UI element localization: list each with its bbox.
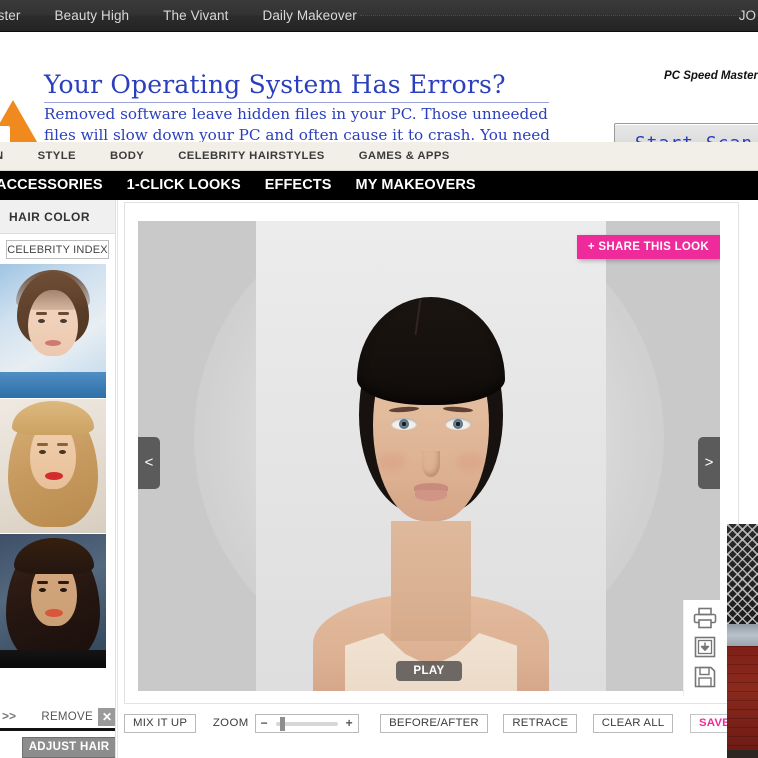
play-button[interactable]: PLAY	[396, 661, 462, 681]
thumb-2-brow-right	[57, 443, 68, 446]
thumb-3-brow-left	[37, 581, 48, 584]
warning-triangle-exclamation	[0, 126, 10, 142]
thumb-1-brow-left	[36, 312, 47, 315]
thumb-3-eye-right	[60, 588, 67, 592]
partner-bar: aster Beauty High The Vivant Daily Makeo…	[0, 0, 758, 32]
model-eye-right	[445, 418, 471, 430]
site-nav-item-games-apps[interactable]: GAMES & APPS	[342, 142, 467, 170]
ad-brand-label: PC Speed Master	[664, 70, 758, 82]
model-photo[interactable]	[256, 221, 606, 691]
celebrity-index-button[interactable]: CELEBRITY INDEX	[6, 240, 109, 259]
page-root: aster Beauty High The Vivant Daily Makeo…	[0, 0, 758, 758]
tab-effects[interactable]: EFFECTS	[253, 171, 344, 200]
thumb-1-outfit	[0, 372, 106, 398]
zoom-label: ZOOM	[212, 717, 249, 729]
zoom-slider-handle[interactable]	[279, 716, 285, 731]
sidebar-title: HAIR COLOR	[0, 200, 115, 234]
thumb-2-lips	[45, 472, 63, 480]
ad-banner[interactable]: Your Operating System Has Errors? Remove…	[0, 32, 758, 142]
close-x-icon[interactable]: ✕	[98, 708, 115, 726]
zoom-slider-rail	[275, 721, 338, 726]
tool-nav: ACCESSORIES 1-CLICK LOOKS EFFECTS MY MAK…	[0, 171, 758, 200]
ad-body-text: Removed software leave hidden files in y…	[44, 105, 551, 142]
sidebar-footer: >> REMOVE ✕ ADJUST HAIR	[0, 706, 115, 758]
previous-look-arrow[interactable]: <	[138, 437, 160, 489]
partner-bar-account-label[interactable]: JO	[739, 0, 758, 31]
thumb-2-eye-right	[59, 450, 66, 454]
model-lower-lip	[415, 490, 447, 501]
partner-link-the-vivant[interactable]: The Vivant	[146, 0, 245, 31]
ad-divider	[44, 102, 549, 103]
model-hair-front	[357, 297, 505, 405]
sidebar-canvas-divider	[117, 200, 118, 758]
next-look-arrow[interactable]: >	[698, 437, 720, 489]
retrace-button[interactable]: RETRACE	[503, 713, 578, 733]
ground-strip	[727, 750, 758, 758]
zoom-out-button[interactable]: −	[256, 715, 273, 732]
celebrity-thumbnail-list	[0, 264, 115, 668]
model-cheek-right	[457, 453, 483, 471]
thumb-1-lips	[45, 340, 61, 346]
site-nav-item-celebrity-hairstyles[interactable]: CELEBRITY HAIRSTYLES	[161, 142, 342, 170]
tab-my-makeovers[interactable]: MY MAKEOVERS	[344, 171, 488, 200]
makeover-canvas-panel: < > + SHARE THIS LOOK PLAY	[124, 202, 739, 704]
print-icon[interactable]	[693, 607, 717, 629]
model-nose	[422, 451, 440, 477]
clear-all-button[interactable]: CLEAR ALL	[592, 713, 674, 733]
site-nav-item-n[interactable]: N	[0, 142, 21, 170]
site-nav-item-style[interactable]: STYLE	[21, 142, 93, 170]
partner-link-daily-makeover[interactable]: Daily Makeover	[245, 0, 373, 31]
model-cheek-left	[379, 453, 405, 471]
editor-toolbar: MIX IT UP ZOOM − + BEFORE/AFTER RETRACE …	[124, 708, 739, 738]
download-icon[interactable]	[693, 635, 717, 659]
model-iris-left	[399, 419, 409, 429]
celebrity-thumb-3[interactable]	[0, 534, 106, 668]
thumb-3-eye-left	[39, 588, 46, 592]
mix-it-up-button[interactable]: MIX IT UP	[124, 713, 197, 733]
start-scan-button[interactable]: Start Scan	[614, 123, 758, 142]
thumb-3-outfit	[0, 650, 106, 668]
canvas-action-icons	[683, 600, 726, 696]
wall-cap-band	[727, 624, 758, 646]
remove-label: REMOVE	[41, 711, 93, 723]
celebrity-thumb-2[interactable]	[0, 399, 106, 533]
ad-headline: Your Operating System Has Errors?	[44, 70, 506, 99]
model-iris-right	[453, 419, 463, 429]
thumb-2-eye-left	[39, 450, 46, 454]
zoom-stepper[interactable]: − +	[254, 713, 359, 733]
partial-ad-image[interactable]	[727, 524, 758, 758]
model-eye-left	[391, 418, 417, 430]
partner-bar-divider	[360, 15, 740, 17]
brick-texture	[727, 646, 758, 750]
sidebar-scroll-next[interactable]: >>	[2, 709, 16, 723]
tab-1-click-looks[interactable]: 1-CLICK LOOKS	[115, 171, 253, 200]
zoom-slider[interactable]	[275, 715, 338, 732]
site-nav-item-body[interactable]: BODY	[93, 142, 161, 170]
model-neck	[391, 521, 471, 641]
partner-link-beauty-high[interactable]: Beauty High	[38, 0, 147, 31]
before-after-button[interactable]: BEFORE/AFTER	[380, 713, 488, 733]
zoom-in-button[interactable]: +	[341, 715, 358, 732]
adjust-hair-button[interactable]: ADJUST HAIR	[22, 737, 115, 758]
makeover-stage[interactable]: < > + SHARE THIS LOOK PLAY	[138, 221, 720, 691]
thumb-1-eye-right	[60, 319, 67, 323]
hair-color-sidebar: HAIR COLOR CELEBRITY INDEX >> REMOVE ✕ A…	[0, 200, 116, 758]
celebrity-thumb-1[interactable]	[0, 264, 106, 398]
site-nav: N STYLE BODY CELEBRITY HAIRSTYLES GAMES …	[0, 142, 758, 171]
thumb-1-brow-right	[58, 312, 69, 315]
tab-accessories[interactable]: ACCESSORIES	[0, 171, 115, 200]
share-this-look-button[interactable]: + SHARE THIS LOOK	[576, 235, 720, 259]
thumb-3-brow-right	[58, 581, 69, 584]
partner-link-aster[interactable]: aster	[0, 0, 38, 31]
thumb-2-brow-left	[37, 443, 48, 446]
thumb-3-lips	[45, 609, 63, 617]
floppy-save-icon[interactable]	[693, 665, 717, 689]
thumb-1-eye-left	[38, 319, 45, 323]
fence-texture	[727, 524, 758, 624]
remove-row: >> REMOVE ✕	[0, 706, 115, 731]
